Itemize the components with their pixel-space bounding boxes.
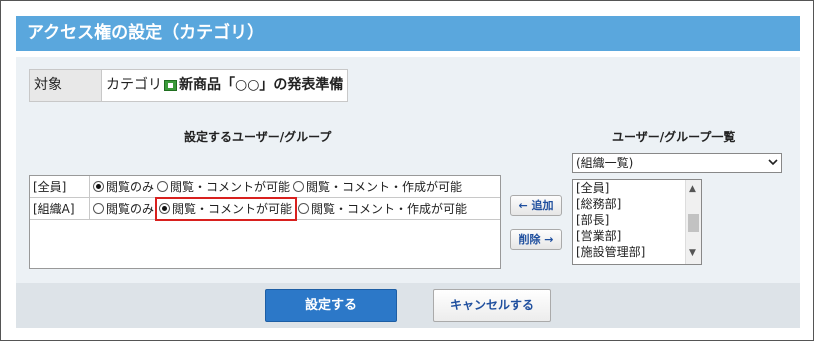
remove-button[interactable]: 削除 →: [510, 229, 562, 250]
add-button[interactable]: ← 追加: [510, 195, 562, 216]
radio-view-only[interactable]: 閲覧のみ: [93, 199, 154, 219]
radio-icon[interactable]: [93, 203, 104, 214]
category-folder-icon: [164, 80, 177, 91]
radio-icon[interactable]: [298, 203, 310, 214]
group-select-value: (組織一覧): [576, 156, 634, 170]
radio-icon[interactable]: [159, 203, 171, 214]
selected-users-heading: 設定するユーザー/グループ: [184, 130, 332, 144]
scroll-down-icon[interactable]: ▼: [689, 248, 696, 258]
footer-bar: 設定する キャンセルする: [16, 283, 800, 328]
scroll-thumb[interactable]: [688, 214, 699, 232]
option-label: 閲覧・コメントが可能: [170, 180, 291, 194]
radio-icon[interactable]: [293, 181, 305, 192]
option-label: 閲覧・コメントが可能: [172, 202, 293, 216]
row-name: [全員]: [30, 176, 90, 197]
target-row: 対象 カテゴリ 新商品「○○」の発表準備: [29, 69, 349, 102]
submit-button[interactable]: 設定する: [265, 289, 397, 322]
radio-view-only[interactable]: 閲覧のみ: [93, 177, 154, 197]
settings-panel: 対象 カテゴリ 新商品「○○」の発表準備 設定するユーザー/グループ ユーザー/…: [16, 57, 800, 283]
page-title: アクセス権の設定（カテゴリ）: [16, 16, 800, 51]
list-item[interactable]: [全員]: [573, 180, 701, 196]
group-listbox[interactable]: [全員] [総務部] [部長] [営業部] [施設管理部] ▲ ▼: [572, 179, 702, 265]
option-label: 閲覧・コメント・作成が可能: [311, 202, 468, 216]
list-item[interactable]: [施設管理部]: [573, 244, 701, 260]
dialog-frame: アクセス権の設定（カテゴリ） 対象 カテゴリ 新商品「○○」の発表準備 設定する…: [0, 0, 814, 341]
row-name: [組織A]: [30, 198, 90, 219]
option-label: 閲覧・コメント・作成が可能: [306, 180, 463, 194]
table-row[interactable]: [組織A] 閲覧のみ 閲覧・コメントが可能 閲覧・コメント・作成が可能: [30, 196, 500, 221]
radio-view-comment-create[interactable]: 閲覧・コメント・作成が可能: [298, 199, 467, 219]
radio-icon[interactable]: [93, 181, 104, 192]
list-item[interactable]: [総務部]: [573, 196, 701, 212]
radio-view-comment[interactable]: 閲覧・コメントが可能: [157, 177, 290, 197]
target-label: 対象: [30, 70, 102, 101]
table-row[interactable]: [全員] 閲覧のみ 閲覧・コメントが可能 閲覧・コメント・作成が可能: [30, 176, 500, 198]
cancel-button[interactable]: キャンセルする: [433, 289, 551, 322]
radio-view-comment[interactable]: 閲覧・コメントが可能: [155, 196, 298, 221]
target-value: カテゴリ 新商品「○○」の発表準備: [102, 70, 347, 101]
radio-view-comment-create[interactable]: 閲覧・コメント・作成が可能: [293, 177, 462, 197]
user-group-list-heading: ユーザー/グループ一覧: [612, 130, 736, 144]
scroll-up-icon[interactable]: ▲: [689, 184, 696, 194]
chevron-down-icon: [768, 159, 778, 166]
list-item[interactable]: [部長]: [573, 212, 701, 228]
listbox-scrollbar[interactable]: ▲ ▼: [685, 180, 701, 264]
category-name: 新商品「○○」の発表準備: [179, 77, 344, 93]
list-item[interactable]: [営業部]: [573, 228, 701, 244]
group-select[interactable]: (組織一覧): [572, 153, 782, 173]
radio-icon[interactable]: [157, 181, 169, 192]
target-prefix: カテゴリ: [106, 77, 162, 93]
option-label: 閲覧のみ: [106, 202, 155, 216]
option-label: 閲覧のみ: [106, 180, 155, 194]
permission-table: [全員] 閲覧のみ 閲覧・コメントが可能 閲覧・コメント・作成が可能 [組織A]: [29, 175, 501, 269]
